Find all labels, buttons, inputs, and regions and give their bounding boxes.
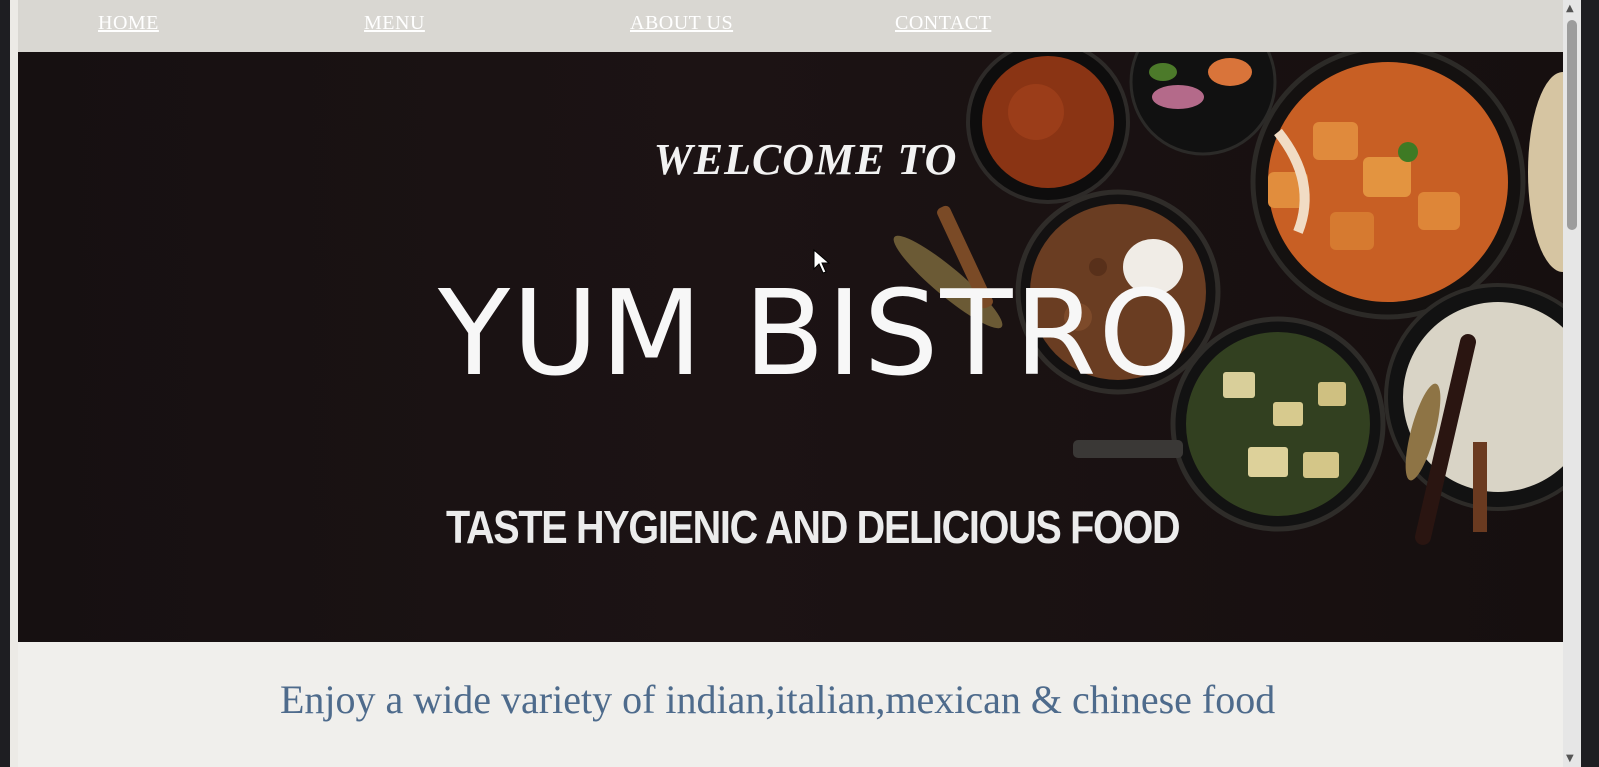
restaurant-title: YUM BISTRO xyxy=(438,264,1194,402)
nav-contact-link[interactable]: CONTACT xyxy=(895,12,991,35)
cuisine-subtitle: Enjoy a wide variety of indian,italian,m… xyxy=(280,677,1276,722)
mouse-pointer-icon xyxy=(813,249,831,274)
nav-menu-link[interactable]: MENU xyxy=(364,12,425,35)
top-nav: HOME MENU ABOUT US CONTACT xyxy=(18,0,1573,52)
welcome-heading: WELCOME TO xyxy=(653,135,958,184)
scrollbar-thumb[interactable] xyxy=(1567,20,1577,230)
browser-viewport: HOME MENU ABOUT US CONTACT WELCOME TO YU… xyxy=(10,0,1581,767)
scroll-up-icon[interactable]: ▲ xyxy=(1566,3,1574,14)
hero-tagline: TASTE HYGIENIC AND DELICIOUS FOOD xyxy=(446,501,1181,553)
nav-home-link[interactable]: HOME xyxy=(98,12,159,35)
hero-banner: WELCOME TO YUM BISTRO TASTE HYGIENIC AND… xyxy=(18,52,1573,642)
scroll-down-icon[interactable]: ▼ xyxy=(1566,753,1574,764)
vertical-scrollbar[interactable]: ▲ ▼ xyxy=(1563,0,1581,767)
nav-about-link[interactable]: ABOUT US xyxy=(630,12,733,35)
intro-section: Enjoy a wide variety of indian,italian,m… xyxy=(18,642,1573,767)
